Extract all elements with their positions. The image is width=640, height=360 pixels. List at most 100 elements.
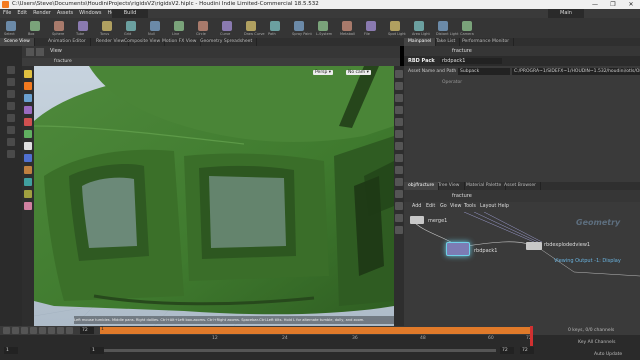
range-end-field[interactable]: 72 [500,347,514,354]
viewport-tool-icon[interactable] [24,154,32,162]
shelf-side-icon[interactable] [7,66,15,74]
playhead[interactable] [530,326,533,346]
shelf-tool-box-icon[interactable] [30,21,40,31]
menu-assets[interactable]: Assets [54,9,76,18]
network-menu-tools[interactable]: Tools [464,202,476,212]
camera-menu[interactable]: No cam ▾ [346,70,371,75]
tab-take-list[interactable]: Take List [432,38,461,46]
shelf-side-icon[interactable] [7,90,15,98]
scene-viewport[interactable]: Persp ▾ No cam ▾ Left mouse tumbles. Mid… [34,66,394,326]
shelf-tool-select-icon[interactable] [6,21,16,31]
network-menu-help[interactable]: Help [498,202,509,212]
display-option-icon[interactable] [395,154,403,162]
display-option-icon[interactable] [395,166,403,174]
back-arrow-icon[interactable] [26,48,34,56]
range-start-field[interactable]: 1 [4,347,18,354]
range-end-field-2[interactable]: 72 [520,347,534,354]
display-option-icon[interactable] [395,118,403,126]
tab-animation-editor[interactable]: Animation Editor [44,38,91,46]
shelf-tool-curve-icon[interactable] [222,21,232,31]
network-editor[interactable]: Geometry merge1 rbdpack1 rbdexplodedview… [404,212,640,326]
network-menu-layout[interactable]: Layout [480,202,496,212]
current-frame-field[interactable]: 72 [80,327,94,334]
shelf-side-icon[interactable] [7,114,15,122]
menu-edit[interactable]: Edit [14,9,30,18]
jump-start-icon[interactable] [12,327,19,334]
rbdpack1-node[interactable] [446,242,470,256]
viewport-tool-icon[interactable] [24,166,32,174]
display-option-icon[interactable] [395,70,403,78]
viewport-tool-icon[interactable] [24,70,32,78]
menu-render[interactable]: Render [30,9,54,18]
viewport-tool-icon[interactable] [24,94,32,102]
shelf-tool-draw-curve-icon[interactable] [246,21,256,31]
main-desktop-selector[interactable]: Main [548,9,584,18]
network-menu-add[interactable]: Add [412,202,421,212]
display-option-icon[interactable] [395,82,403,90]
key-all-channels[interactable]: Key All Channels [578,340,615,345]
display-option-icon[interactable] [395,130,403,138]
shelf-tool-path-icon[interactable] [270,21,280,31]
shelf-tool-l-system-icon[interactable] [318,21,328,31]
shelf-tool-file-icon[interactable] [366,21,376,31]
step-back-icon[interactable] [21,327,28,334]
display-option-icon[interactable] [395,226,403,234]
shelf-tool-spray-paint-icon[interactable] [294,21,304,31]
range-start-field-2[interactable]: 1 [90,347,104,354]
viewport-network-path[interactable]: fracture [54,58,72,66]
play-reverse-icon[interactable] [30,327,37,334]
asset-path-field[interactable]: C:/PROGRA~1/SIDEFX~1/HOUDIN~1.532/houdin… [512,68,640,75]
tab-scene-view[interactable]: Scene View [0,38,35,46]
step-forward-icon[interactable] [57,327,64,334]
range-slider[interactable] [104,349,496,352]
build-desktop-selector[interactable]: Build [112,9,148,18]
menu-windows[interactable]: Windows [76,9,104,18]
shelf-side-icon[interactable] [7,138,15,146]
network-path[interactable]: fracture [452,190,472,202]
shelf-tool-torus-icon[interactable] [102,21,112,31]
display-option-icon[interactable] [395,190,403,198]
shelf-tool-sphere-icon[interactable] [54,21,64,31]
tab-performance-monitor[interactable]: Performance Monitor [458,38,515,46]
asset-name-field[interactable]: Subpack [458,68,510,75]
play-options-icon[interactable] [3,327,10,334]
shelf-tool-camera-icon[interactable] [462,21,472,31]
viewport-tool-icon[interactable] [24,178,32,186]
network-menu-go[interactable]: Go [440,202,447,212]
viewport-tool-icon[interactable] [24,202,32,210]
viewport-tool-icon[interactable] [24,190,32,198]
display-option-icon[interactable] [395,142,403,150]
shelf-tool-spot-light-icon[interactable] [390,21,400,31]
tab-asset-browser[interactable]: Asset Browser [500,182,541,190]
forward-arrow-icon[interactable] [36,48,44,56]
display-option-icon[interactable] [395,94,403,102]
tab-geometry-spreadsheet[interactable]: Geometry Spreadsheet [196,38,258,46]
parameter-network-path[interactable]: fracture [452,46,472,56]
viewport-tool-icon[interactable] [24,130,32,138]
menu-file[interactable]: File [0,9,14,18]
display-option-icon[interactable] [395,202,403,210]
shelf-tool-grid-icon[interactable] [126,21,136,31]
close-button[interactable]: ✕ [622,0,640,9]
maximize-button[interactable]: ❐ [604,0,622,9]
viewport-tool-icon[interactable] [24,82,32,90]
viewport-tool-icon[interactable] [24,142,32,150]
minimize-button[interactable]: — [586,0,604,9]
node-name-field[interactable]: rbdpack1 [440,58,502,64]
shelf-tool-line-icon[interactable] [174,21,184,31]
play-icon[interactable] [48,327,55,334]
auto-update-menu[interactable]: Auto Update [594,352,622,357]
rbdexplodedview1-node[interactable] [526,242,542,250]
persp-menu[interactable]: Persp ▾ [313,70,334,75]
shelf-tool-area-light-icon[interactable] [414,21,424,31]
shelf-tool-distant-light-icon[interactable] [438,21,448,31]
shelf-tool-tube-icon[interactable] [78,21,88,31]
display-option-icon[interactable] [395,106,403,114]
jump-end-icon[interactable] [66,327,73,334]
display-option-icon[interactable] [395,178,403,186]
shelf-side-icon[interactable] [7,150,15,158]
viewport-tab-label[interactable]: View [50,48,62,54]
shelf-side-icon[interactable] [7,102,15,110]
network-menu-view[interactable]: View [450,202,461,212]
shelf-tool-metaball-icon[interactable] [342,21,352,31]
